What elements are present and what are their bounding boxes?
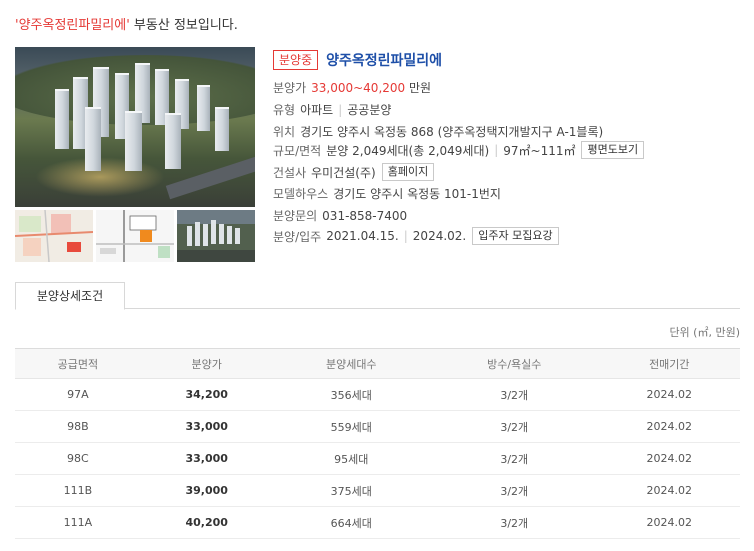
modelhouse-address: 경기도 양주시 옥정동 101-1번지 — [333, 187, 501, 201]
inquiry-label: 분양문의 — [273, 209, 318, 223]
cell-rooms-baths: 3/2개 — [429, 474, 599, 507]
cell-resale-period: 2024.02 — [598, 378, 740, 411]
type-row: 유형 아파트 | 공공분양 — [273, 101, 391, 118]
floorplan-button[interactable]: 평면도보기 — [581, 141, 645, 159]
table-row: 111A 40,200 664세대 3/2개 2024.02 — [15, 506, 740, 539]
cell-units: 559세대 — [272, 410, 430, 443]
builder-row: 건설사 우미건설(주) 홈페이지 — [273, 163, 435, 181]
supply-type: 공공분양 — [347, 103, 392, 117]
location-address: 경기도 양주시 옥정동 868 (양주옥정택지개발지구 A-1블록) — [300, 125, 604, 139]
cell-supply-area: 98B — [15, 410, 141, 443]
header-units: 분양세대수 — [272, 348, 430, 379]
cell-supply-area: 111A — [15, 506, 141, 539]
tab-sale-details[interactable]: 분양상세조건 — [15, 282, 125, 310]
cell-units: 664세대 — [272, 506, 430, 539]
cell-price: 40,200 — [140, 506, 273, 539]
cell-rooms-baths: 3/2개 — [429, 506, 599, 539]
main-apartment-photo[interactable] — [15, 47, 255, 207]
cell-resale-period: 2024.02 — [598, 506, 740, 539]
divider: | — [338, 102, 343, 117]
location-row: 위치 경기도 양주시 옥정동 868 (양주옥정택지개발지구 A-1블록) — [273, 123, 603, 140]
homepage-button[interactable]: 홈페이지 — [381, 163, 435, 181]
location-map-thumbnail[interactable] — [15, 210, 93, 262]
cell-units: 375세대 — [272, 474, 430, 507]
unit-note: 단위 (㎡, 만원) — [669, 326, 740, 339]
inquiry-phone: 031-858-7400 — [322, 208, 408, 223]
sale-date: 2021.04.15. — [326, 229, 399, 243]
cell-rooms-baths: 3/2개 — [429, 378, 599, 411]
sale-detail-table: 공급면적 분양가 분양세대수 방수/욕실수 전매기간 97A 34,200 35… — [15, 348, 740, 539]
price-label: 분양가 — [273, 81, 307, 95]
apartment-title: 양주옥정린파밀리에 — [326, 53, 443, 69]
modelhouse-label: 모델하우스 — [273, 187, 329, 201]
modelhouse-map-thumbnail[interactable] — [96, 210, 174, 262]
table-row: 98C 33,000 95세대 3/2개 2024.02 — [15, 442, 740, 475]
table-row: 98B 33,000 559세대 3/2개 2024.02 — [15, 410, 740, 443]
headline-suffix: 부동산 정보입니다. — [129, 18, 238, 33]
header-price: 분양가 — [140, 348, 273, 379]
cell-supply-area: 111B — [15, 474, 141, 507]
inquiry-row: 분양문의 031-858-7400 — [273, 207, 407, 224]
modelhouse-row: 모델하우스 경기도 양주시 옥정동 101-1번지 — [273, 185, 501, 202]
cell-price: 33,000 — [140, 442, 273, 475]
cell-rooms-baths: 3/2개 — [429, 410, 599, 443]
cell-price: 34,200 — [140, 378, 273, 411]
area-range: 97㎡~111㎡ — [503, 143, 576, 158]
header-supply-area: 공급면적 — [15, 348, 141, 379]
builder-name: 우미건설(주) — [311, 165, 376, 180]
aerial-view-thumbnail[interactable] — [177, 210, 255, 262]
recruitment-notice-button[interactable]: 입주자 모집요강 — [472, 227, 559, 245]
scale-row: 규모/면적 분양 2,049세대(총 2,049세대) | 97㎡~111㎡ 평… — [273, 141, 645, 159]
divider: | — [494, 143, 499, 157]
cell-supply-area: 97A — [15, 378, 141, 411]
header-resale-period: 전매기간 — [598, 348, 740, 379]
cell-resale-period: 2024.02 — [598, 474, 740, 507]
type-label: 유형 — [273, 103, 296, 117]
table-row: 97A 34,200 356세대 3/2개 2024.02 — [15, 378, 740, 411]
headline-apartment-name: '양주옥정린파밀리에' — [15, 18, 130, 33]
scale-label: 규모/면적 — [273, 143, 322, 158]
cell-price: 39,000 — [140, 474, 273, 507]
price-unit: 만원 — [408, 81, 432, 95]
price-range: 33,000~40,200 — [311, 80, 406, 95]
page-headline: '양주옥정린파밀리에' 부동산 정보입니다. — [15, 14, 238, 33]
location-label: 위치 — [273, 125, 296, 139]
cell-units: 95세대 — [272, 442, 430, 475]
header-rooms-baths: 방수/욕실수 — [429, 348, 599, 379]
divider: | — [403, 229, 408, 243]
cell-supply-area: 98C — [15, 442, 141, 475]
property-type: 아파트 — [300, 103, 334, 117]
sale-status-badge: 분양중 — [273, 50, 319, 70]
move-in-date: 2024.02. — [412, 229, 467, 243]
price-row: 분양가 33,000~40,200 만원 — [273, 79, 431, 96]
cell-units: 356세대 — [272, 378, 430, 411]
cell-rooms-baths: 3/2개 — [429, 442, 599, 475]
schedule-row: 분양/입주 2021.04.15. | 2024.02. 입주자 모집요강 — [273, 227, 559, 245]
table-row: 111B 39,000 375세대 3/2개 2024.02 — [15, 474, 740, 507]
cell-price: 33,000 — [140, 410, 273, 443]
detail-tab-bar: 분양상세조건 — [15, 282, 740, 310]
schedule-label: 분양/입주 — [273, 229, 322, 244]
scale-units: 분양 2,049세대(총 2,049세대) — [326, 143, 490, 158]
table-header-row: 공급면적 분양가 분양세대수 방수/욕실수 전매기간 — [15, 348, 740, 379]
builder-label: 건설사 — [273, 165, 307, 180]
cell-resale-period: 2024.02 — [598, 410, 740, 443]
listing-title-row: 분양중 양주옥정린파밀리에 — [273, 50, 442, 70]
cell-resale-period: 2024.02 — [598, 442, 740, 475]
